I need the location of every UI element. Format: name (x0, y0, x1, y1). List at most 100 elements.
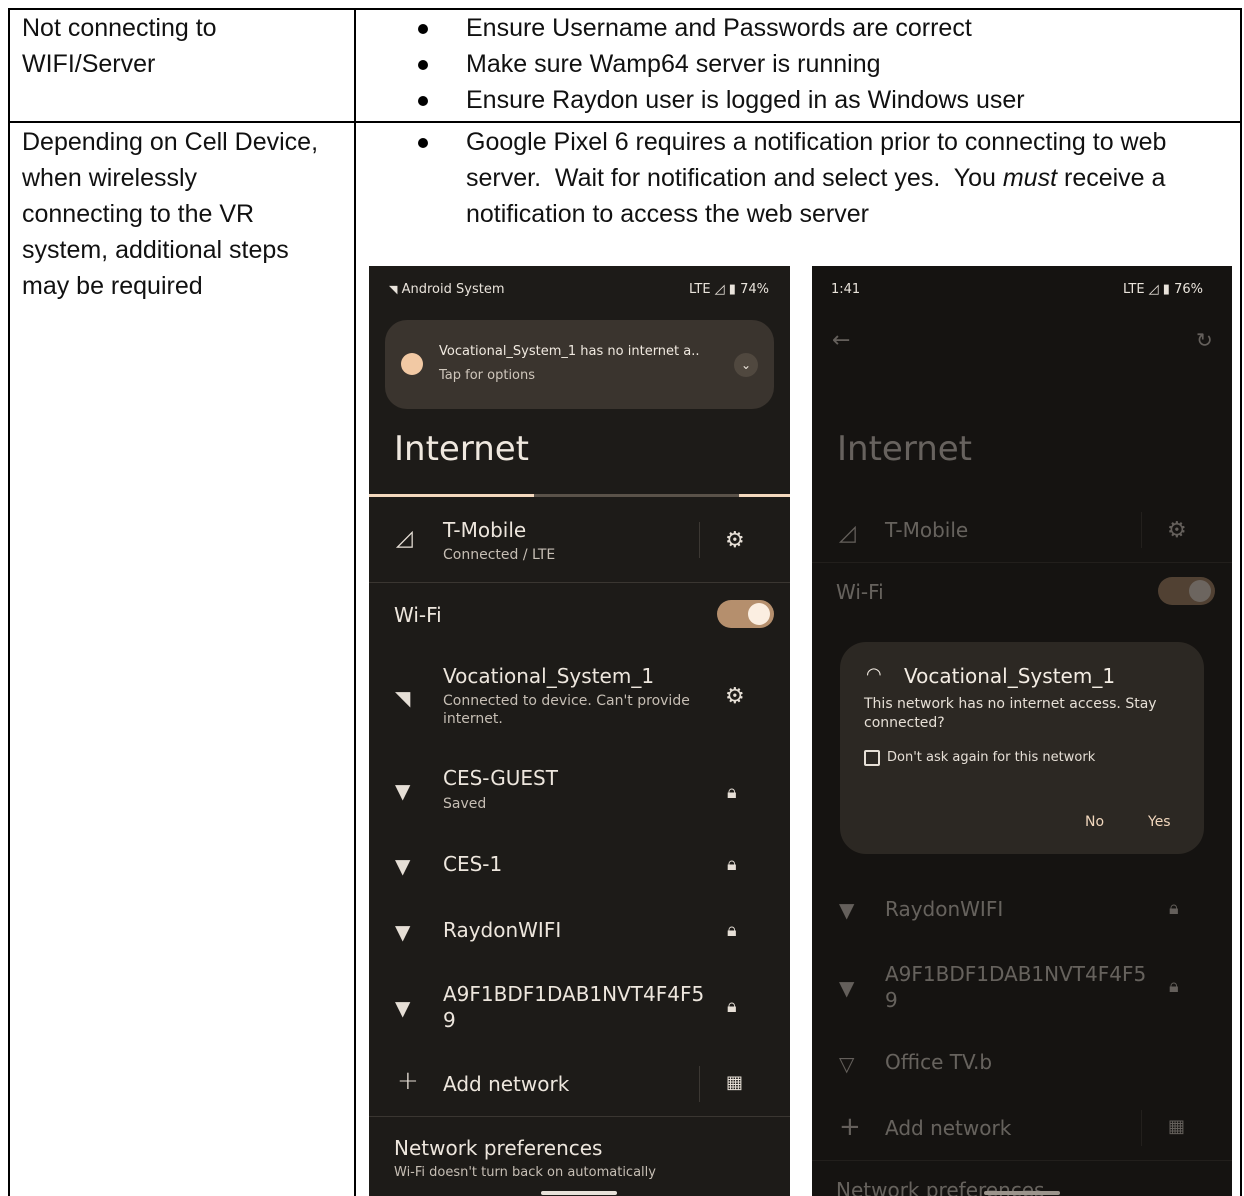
dialog-title: Vocational_System_1 (904, 664, 1116, 688)
network-status: Connected to device. Can't provide (443, 693, 690, 709)
fix-line: notification to access the web server (466, 200, 869, 228)
phone-screenshot-dialog: 1:41 LTE ◿ ▮ 76% ← ↻ Internet ◿ T-Mobile… (812, 266, 1232, 1196)
gesture-bar (541, 1191, 617, 1195)
status-indicators: LTE ◿ ▮ 76% (1122, 282, 1203, 297)
issue-line: system, additional steps (22, 236, 289, 264)
page-title: Internet (837, 429, 973, 469)
lock-icon: 🔒︎ (727, 996, 737, 1017)
gear-icon[interactable]: ⚙ (725, 684, 745, 709)
fix-list-1: Ensure Username and Passwords are correc… (372, 10, 1025, 118)
fix-item: Ensure Raydon user is logged in as Windo… (372, 82, 1025, 118)
wifi-icon: ▼ (839, 976, 855, 1000)
add-network-button[interactable]: Add network (885, 1116, 1011, 1140)
network-name[interactable]: CES-1 (443, 852, 502, 876)
divider (1141, 512, 1142, 548)
qr-code-icon[interactable]: ▦ (1168, 1116, 1185, 1137)
network-status: Saved (443, 796, 487, 812)
wifi-label: Wi-Fi (394, 603, 442, 627)
issue-line: connecting to the VR (22, 200, 255, 228)
notification-card[interactable]: Vocational_System_1 has no internet a.. … (385, 320, 774, 409)
divider (812, 1160, 1232, 1161)
divider (812, 562, 1232, 563)
no-button[interactable]: No (1085, 814, 1104, 830)
no-internet-dialog: ◠ Vocational_System_1 This network has n… (840, 642, 1204, 854)
table-column-divider (354, 8, 356, 1196)
network-name-cont: 9 (443, 1008, 456, 1032)
cell-signal-icon: ◿ (396, 526, 413, 551)
network-name[interactable]: A9F1BDF1DAB1NVT4F4F5 (885, 962, 1146, 986)
fix-line: server. Wait for notification and select… (466, 160, 1166, 196)
network-status: internet. (443, 711, 503, 727)
network-name[interactable]: Office TV.b (885, 1050, 992, 1074)
wifi-label: Wi-Fi (836, 580, 884, 604)
wifi-icon: ▼ (395, 920, 411, 944)
wifi-icon: ▼ (839, 898, 855, 922)
network-name[interactable]: A9F1BDF1DAB1NVT4F4F5 (443, 982, 704, 1006)
phone-screenshot-notification: ◥ Android System LTE ◿ ▮ 74% Vocational_… (369, 266, 790, 1196)
wifi-alert-icon (401, 353, 423, 375)
wifi-alert-icon: ◥ (395, 686, 411, 710)
lock-icon: 🔒︎ (727, 782, 737, 803)
lock-icon: 🔒︎ (727, 920, 737, 941)
fix-text: receive a (1057, 164, 1166, 192)
page-title: Internet (394, 429, 530, 469)
divider (1141, 1110, 1142, 1146)
progress-bar (369, 494, 790, 497)
issue-cell-1: Not connecting to WIFI/Server (22, 10, 217, 82)
issue-line: when wirelessly (22, 164, 198, 192)
divider (369, 582, 790, 583)
refresh-icon[interactable]: ↻ (1196, 328, 1213, 352)
checkbox[interactable] (864, 750, 880, 766)
network-name[interactable]: RaydonWIFI (443, 918, 561, 942)
wifi-icon: ◥ (389, 283, 398, 296)
table-row-divider (8, 121, 1242, 123)
carrier-name: T-Mobile (443, 518, 527, 542)
add-network-button[interactable]: Add network (443, 1072, 569, 1096)
issue-line: Not connecting to (22, 14, 217, 42)
status-app-name: Android System (401, 282, 505, 297)
table-border-right (1240, 8, 1242, 1196)
toggle-knob (748, 603, 770, 625)
lock-icon: 🔒︎ (727, 854, 737, 875)
divider (699, 1066, 700, 1102)
fix-item: Ensure Username and Passwords are correc… (372, 10, 1025, 46)
plus-icon: + (839, 1112, 861, 1142)
fix-line: Google Pixel 6 requires a notification p… (466, 128, 1167, 156)
wifi-toggle[interactable] (1158, 577, 1215, 605)
lock-icon: 🔒︎ (1169, 898, 1179, 919)
fix-emphasis: must (1002, 164, 1058, 192)
network-preferences-title[interactable]: Network preferences (394, 1136, 602, 1160)
yes-button[interactable]: Yes (1148, 814, 1171, 830)
toggle-knob (1189, 580, 1211, 602)
issue-line: WIFI/Server (22, 50, 156, 78)
fix-item: Make sure Wamp64 server is running (372, 46, 1025, 82)
plus-icon: + (397, 1066, 419, 1096)
network-name[interactable]: CES-GUEST (443, 766, 558, 790)
cell-signal-icon: ◿ (839, 521, 856, 546)
wifi-icon: ▼ (395, 779, 411, 803)
qr-code-icon[interactable]: ▦ (726, 1072, 743, 1093)
network-name[interactable]: Vocational_System_1 (443, 664, 654, 688)
network-name-cont: 9 (885, 988, 898, 1012)
gear-icon[interactable]: ⚙ (1167, 518, 1187, 543)
fix-item-pixel: Google Pixel 6 requires a notification p… (372, 124, 1166, 232)
gear-icon[interactable]: ⚙ (725, 528, 745, 553)
back-arrow-icon[interactable]: ← (832, 328, 850, 353)
lock-icon: 🔒︎ (1169, 976, 1179, 997)
status-bar: 1:41 LTE ◿ ▮ 76% (831, 282, 1203, 297)
notification-title: Vocational_System_1 has no internet a.. (439, 344, 700, 359)
progress-fill (739, 494, 790, 497)
wifi-icon: ▼ (395, 996, 411, 1020)
wifi-toggle[interactable] (717, 600, 774, 628)
status-time: 1:41 (831, 282, 861, 297)
dialog-body: This network has no internet access. Sta… (864, 696, 1157, 712)
wifi-icon: ◠ (866, 664, 882, 685)
fix-text: server. Wait for notification and select… (466, 164, 1003, 192)
chevron-down-icon[interactable]: ⌄ (734, 353, 758, 377)
notification-subtitle: Tap for options (439, 368, 536, 383)
status-indicators: LTE ◿ ▮ 74% (688, 282, 769, 297)
issue-cell-2: Depending on Cell Device, when wirelessl… (22, 124, 318, 304)
progress-fill (369, 494, 534, 497)
network-name[interactable]: RaydonWIFI (885, 897, 1003, 921)
divider (369, 1116, 790, 1117)
